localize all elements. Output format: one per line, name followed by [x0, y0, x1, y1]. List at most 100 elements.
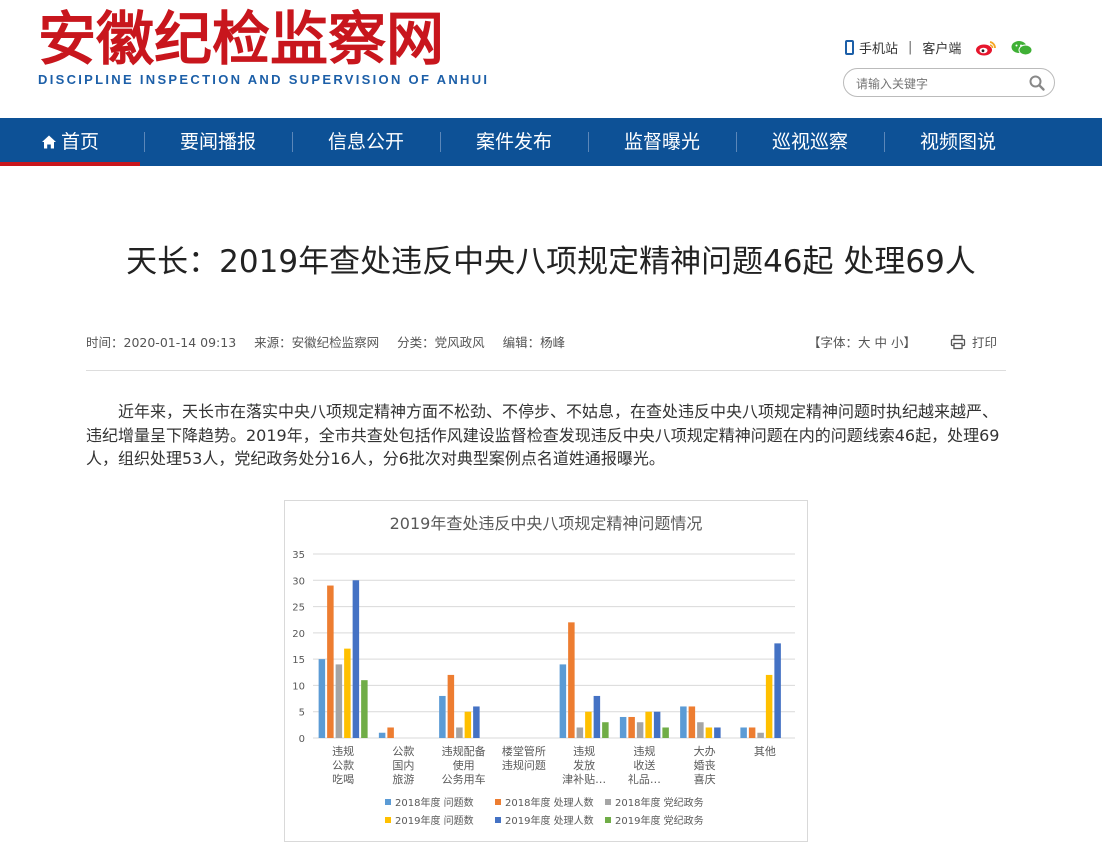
main-nav: 首页 要闻播报 信息公开 案件发布 监督曝光 巡视巡察 视频图说: [0, 118, 1102, 166]
bar: [636, 722, 644, 738]
article-paragraph: 近年来，天长市在落实中央八项规定精神方面不松劲、不停步、不姑息，在查处违反中央八…: [86, 402, 1000, 468]
bar: [568, 622, 575, 738]
bar: [602, 722, 609, 738]
legend-swatch: [495, 817, 501, 823]
bar: [327, 585, 334, 738]
nav-item-case-release[interactable]: 案件发布: [444, 118, 584, 166]
bar: [688, 706, 696, 738]
bar: [662, 727, 669, 738]
bar: [680, 706, 687, 738]
y-tick-label: 15: [292, 655, 305, 666]
article-meta: 时间：2020-01-14 09:13 来源：安徽纪检监察网 分类：党风政风 编…: [86, 332, 579, 351]
client-app-link[interactable]: 客户端: [922, 38, 961, 57]
nav-item-supervision-exposure[interactable]: 监督曝光: [592, 118, 732, 166]
nav-item-inspection-tour[interactable]: 巡视巡察: [740, 118, 880, 166]
x-tick-label: 使用: [453, 759, 475, 772]
x-tick-label: 发放: [573, 758, 595, 772]
nav-item-info-disclosure[interactable]: 信息公开: [296, 118, 436, 166]
bar: [619, 716, 627, 738]
x-tick-label: 其他: [754, 745, 776, 758]
y-tick-label: 0: [299, 734, 305, 745]
print-button[interactable]: 打印: [950, 332, 997, 351]
bar: [344, 648, 351, 738]
printer-icon: [950, 334, 966, 349]
x-tick-label: 婚丧: [694, 758, 716, 772]
legend-swatch: [605, 817, 611, 823]
article-title: 天长：2019年查处违反中央八项规定精神问题46起 处理69人: [126, 244, 976, 280]
bar: [318, 659, 326, 738]
bar: [439, 695, 446, 738]
nav-item-video-graphics[interactable]: 视频图说: [888, 118, 1028, 166]
wechat-icon[interactable]: [1011, 40, 1033, 56]
bar: [559, 664, 567, 738]
top-links: 手机站 | 客户端: [845, 38, 1033, 57]
legend-label: 2019年度 党纪政务: [615, 814, 704, 827]
legend-label: 2019年度 处理人数: [505, 814, 594, 827]
bar: [361, 680, 368, 738]
bar: [447, 674, 455, 738]
nav-divider: [292, 132, 293, 152]
x-tick-label: 大办: [694, 744, 716, 758]
legend-swatch: [495, 799, 501, 805]
x-tick-label: 违规: [633, 744, 655, 758]
article-time: 时间：2020-01-14 09:13: [86, 335, 237, 350]
site-logo-text[interactable]: 安徽纪检监察网: [38, 4, 444, 74]
bar: [335, 664, 343, 738]
x-tick-label: 津补贴…: [562, 772, 606, 786]
x-tick-label: 违规配备: [442, 744, 486, 758]
nav-item-home-label: 首页: [60, 131, 99, 153]
legend-label: 2019年度 问题数: [395, 814, 474, 827]
mobile-phone-icon: [845, 40, 854, 55]
nav-active-indicator: [0, 162, 140, 166]
home-icon: [41, 135, 56, 149]
x-tick-label: 违规: [332, 744, 354, 758]
y-tick-label: 35: [292, 550, 305, 561]
search-icon[interactable]: [1028, 74, 1046, 92]
bar: [456, 727, 463, 738]
x-tick-label: 公款: [332, 758, 354, 772]
site-header: 安徽纪检监察网 DISCIPLINE INSPECTION AND SUPERV…: [0, 0, 1102, 118]
legend-swatch: [385, 817, 391, 823]
bar: [757, 732, 764, 738]
chart-title: 2019年查处违反中央八项规定精神问题情况: [390, 514, 703, 533]
bar: [352, 580, 360, 738]
bar: [705, 727, 713, 738]
link-separator: |: [908, 40, 913, 55]
search-input[interactable]: [854, 73, 1028, 95]
x-tick-label: 公款: [392, 744, 414, 758]
x-tick-label: 公务用车: [442, 772, 486, 786]
bar: [387, 727, 394, 738]
bar: [593, 695, 601, 738]
x-tick-label: 吃喝: [332, 773, 354, 786]
nav-item-home[interactable]: 首页: [0, 118, 140, 166]
y-tick-label: 20: [292, 629, 305, 640]
article-chart: 2019年查处违反中央八项规定精神问题情况 0 5 10 15 20 25 30 35 违规 公款吃…: [284, 500, 808, 842]
bar: [576, 727, 584, 738]
article-editor: 编辑：杨峰: [502, 335, 566, 350]
x-tick-label: 楼堂管所: [502, 744, 546, 758]
article-category: 分类：党风政风: [397, 335, 485, 350]
font-size-control[interactable]: 【字体：大 中 小】: [808, 332, 916, 351]
bar: [714, 727, 721, 738]
bar: [740, 727, 747, 738]
y-tick-label: 25: [292, 603, 305, 614]
weibo-icon[interactable]: [975, 40, 997, 56]
bar: [645, 711, 652, 738]
nav-item-news[interactable]: 要闻播报: [148, 118, 288, 166]
bar-chart: 2019年查处违反中央八项规定精神问题情况05101520253035违规公款吃…: [292, 514, 795, 827]
bar: [378, 732, 386, 738]
legend-swatch: [605, 799, 611, 805]
x-tick-label: 违规问题: [502, 758, 546, 772]
x-tick-label: 礼品…: [628, 772, 661, 786]
nav-divider: [588, 132, 589, 152]
bar: [585, 711, 592, 738]
nav-divider: [440, 132, 441, 152]
bar: [697, 722, 704, 738]
legend-swatch: [385, 799, 391, 805]
bar: [464, 711, 472, 738]
mobile-site-link[interactable]: 手机站: [859, 38, 898, 57]
legend-label: 2018年度 党纪政务: [615, 796, 704, 809]
search-box: [843, 68, 1055, 97]
bar: [473, 706, 480, 738]
legend-label: 2018年度 问题数: [395, 796, 474, 809]
